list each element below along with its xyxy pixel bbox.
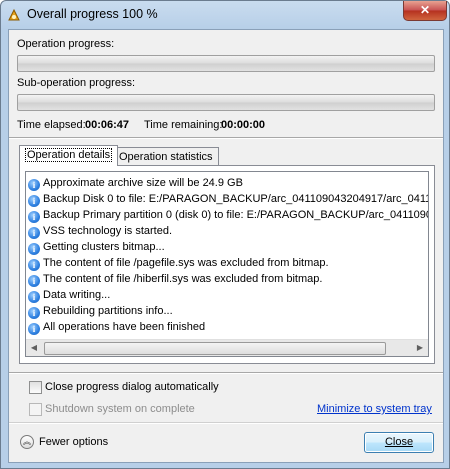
minimize-to-tray-link[interactable]: Minimize to system tray [317,403,432,415]
scroll-right-icon[interactable]: ▶ [412,340,428,356]
window-close-button[interactable]: ✕ [403,1,447,21]
log-entry: i The content of file /pagefile.sys was e… [28,255,329,271]
info-icon: i [28,307,40,319]
sub-operation-progress-bar [17,94,435,111]
tab-operation-statistics[interactable]: Operation statistics [113,147,219,166]
shutdown-label: Shutdown system on complete [45,403,195,415]
info-icon: i [28,259,40,271]
info-icon: i [28,227,40,239]
divider [9,372,443,374]
info-icon: i [28,291,40,303]
time-elapsed-value: 00:06:47 [85,119,130,131]
log-entry: i Backup Primary partition 0 (disk 0) to … [28,207,428,223]
time-elapsed-label: Time elapsed: [17,119,86,131]
operation-log-list[interactable]: i Approximate archive size will be 24.9 G… [25,171,429,357]
divider [9,422,443,424]
horizontal-scrollbar[interactable]: ◀ ▶ [26,339,428,356]
log-entry: i The content of file /hiberfil.sys was e… [28,271,322,287]
fewer-options-label[interactable]: Fewer options [39,436,108,448]
dialog-body: Operation progress: Sub-operation progre… [8,29,444,463]
close-dialog-label[interactable]: Close progress dialog automatically [45,381,219,393]
close-dialog-checkbox[interactable] [29,381,42,394]
scroll-thumb[interactable] [44,342,386,355]
shutdown-checkbox [29,403,42,416]
tab-operation-details[interactable]: Operation details [19,145,119,166]
progress-window: Overall progress 100 % ✕ Operation progr… [0,0,450,469]
scroll-left-icon[interactable]: ◀ [26,340,42,356]
chevron-up-icon[interactable]: ︽ [20,435,34,449]
info-icon: i [28,179,40,191]
log-entry: i Getting clusters bitmap... [28,239,165,255]
log-entry: i Data writing... [28,287,110,303]
window-title: Overall progress 100 % [27,7,158,21]
log-entry: i Rebuilding partitions info... [28,303,173,319]
divider [9,137,443,139]
log-entry: i VSS technology is started. [28,223,172,239]
info-icon: i [28,195,40,207]
operation-progress-label: Operation progress: [17,38,115,50]
info-icon: i [28,211,40,223]
time-remaining-value: 00:00:00 [221,119,266,131]
log-entry: i All operations have been finished [28,319,205,335]
close-button[interactable]: Close [364,432,434,453]
sub-operation-progress-label: Sub-operation progress: [17,77,136,89]
info-icon: i [28,275,40,287]
log-entry: i Approximate archive size will be 24.9 G… [28,175,243,191]
time-remaining-label: Time remaining: [144,119,223,131]
title-bar[interactable]: Overall progress 100 % ✕ [1,1,449,29]
info-icon: i [28,243,40,255]
app-icon [8,8,20,21]
operation-details-panel: i Approximate archive size will be 24.9 G… [19,165,435,364]
operation-progress-bar [17,55,435,72]
info-icon: i [28,323,40,335]
log-entry: i Backup Disk 0 to file: E:/PARAGON_BACKU… [28,191,428,207]
